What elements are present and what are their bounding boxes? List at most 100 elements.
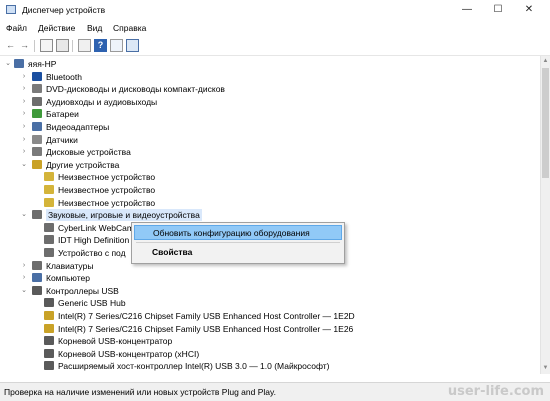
device-icon: [44, 348, 54, 358]
device-icon: [44, 336, 54, 346]
context-menu-separator: [136, 242, 340, 243]
device-icon: [32, 134, 42, 144]
tree-row-label: Generic USB Hub: [58, 298, 126, 309]
tree-row-label: Аудиовходы и аудиовыходы: [46, 96, 158, 107]
scroll-down-icon[interactable]: ▼: [541, 363, 550, 373]
scroll-up-icon[interactable]: ▲: [541, 56, 550, 66]
device-tree[interactable]: ⌄ яяя-HP › Bluetooth › DVD-дисководы и диск…: [0, 56, 540, 374]
tree-row-label: Батареи: [46, 109, 79, 120]
tree-row[interactable]: Составное USB устройство: [0, 373, 530, 374]
vertical-scrollbar[interactable]: ▲ ▼: [540, 56, 550, 374]
expand-arrow-icon[interactable]: ›: [20, 96, 28, 108]
tree-row-label: Неизвестное устройство: [58, 185, 156, 195]
tree-row[interactable]: › DVD-дисководы и дисководы компакт-диско…: [0, 83, 530, 95]
tree-row[interactable]: › Bluetooth: [0, 71, 530, 83]
device-manager-icon: [6, 5, 16, 14]
watermark: user-life.com: [447, 384, 544, 399]
tree-row[interactable]: Intel(R) 7 Series/C216 Chipset Family US…: [0, 310, 530, 322]
context-item-label: Свойства: [152, 247, 193, 257]
device-icon: [32, 84, 42, 94]
device-icon: [32, 210, 42, 220]
status-text: Проверка на наличие изменений или новых …: [4, 387, 276, 397]
tree-row[interactable]: Корневой USB-концентратор: [0, 335, 530, 347]
device-icon: [44, 222, 54, 232]
toolbar: ← → ?: [0, 37, 550, 56]
expand-arrow-icon[interactable]: ›: [20, 121, 28, 133]
collapse-arrow-icon[interactable]: ⌄: [20, 159, 28, 171]
context-menu: Обновить конфигурацию оборудования Свойс…: [131, 222, 345, 264]
toolbar-separator: [72, 40, 73, 52]
menu-file[interactable]: Файл: [6, 23, 27, 33]
device-icon: [44, 185, 54, 194]
device-icon: [32, 273, 42, 283]
tree-row[interactable]: Неизвестное устройство: [0, 184, 530, 196]
maximize-button[interactable]: ☐: [487, 2, 509, 18]
minimize-button[interactable]: —: [456, 2, 478, 18]
expand-arrow-icon[interactable]: ›: [20, 134, 28, 146]
tree-row-label: Другие устройства: [46, 159, 120, 170]
context-item-properties[interactable]: Свойства: [134, 245, 342, 260]
expand-arrow-icon[interactable]: ›: [20, 83, 28, 95]
tree-row-label: DVD-дисководы и дисководы компакт-дисков: [46, 84, 225, 95]
tree-row[interactable]: ⌄ Контроллеры USB: [0, 285, 530, 297]
tree-row[interactable]: Расширяемый хост-контроллер Intel(R) USB…: [0, 360, 530, 372]
tree-row[interactable]: Intel(R) 7 Series/C216 Chipset Family US…: [0, 323, 530, 335]
expand-arrow-icon[interactable]: ›: [20, 260, 28, 272]
tree-row-label: Дисковые устройства: [46, 147, 131, 158]
tree-row-label: CyberLink WebCam: [58, 222, 134, 233]
tree-row[interactable]: Корневой USB-концентратор (xHCI): [0, 348, 530, 360]
tree-row-label: Контроллеры USB: [46, 285, 119, 296]
device-icon: [32, 122, 42, 131]
help-icon[interactable]: ?: [94, 39, 107, 52]
collapse-arrow-icon[interactable]: ⌄: [20, 209, 28, 221]
tree-row[interactable]: ⌄ Звуковые, игровые и видеоустройства: [0, 209, 530, 222]
tree-row-label: Bluetooth: [46, 71, 82, 82]
tree-row-label: Неизвестное устройство: [58, 197, 156, 208]
tree-row[interactable]: › Аудиовходы и аудиовыходы: [0, 96, 530, 108]
device-icon: [32, 285, 42, 295]
expand-arrow-icon[interactable]: ›: [20, 108, 28, 120]
tree-row-label: Устройство с под: [58, 248, 126, 258]
menu-help[interactable]: Справка: [113, 23, 146, 33]
device-icon: [44, 361, 54, 371]
tree-root-label: яяя-HP: [28, 59, 57, 69]
tree-row-label: Датчики: [46, 134, 78, 145]
tree-row[interactable]: › Дисковые устройства: [0, 146, 530, 158]
collapse-arrow-icon[interactable]: ⌄: [4, 58, 12, 70]
device-icon: [44, 172, 54, 182]
expand-arrow-icon[interactable]: ›: [20, 272, 28, 284]
properties-icon[interactable]: [78, 39, 91, 52]
menu-action[interactable]: Действие: [38, 23, 75, 33]
tree-row[interactable]: ⌄ Другие устройства: [0, 159, 530, 171]
device-icon: [44, 197, 54, 207]
device-icon: [32, 96, 42, 106]
expand-arrow-icon[interactable]: ›: [20, 146, 28, 158]
device-icon: [32, 109, 42, 119]
tree-view-icon[interactable]: [56, 39, 69, 52]
tree-row-label: Intel(R) 7 Series/C216 Chipset Family US…: [58, 311, 355, 321]
toolbar-separator: [34, 40, 35, 52]
context-item-update-hardware[interactable]: Обновить конфигурацию оборудования: [134, 225, 342, 240]
tree-row-label: IDT High Definition: [58, 235, 130, 246]
update-driver-icon[interactable]: [110, 39, 123, 52]
tree-row[interactable]: Generic USB Hub: [0, 297, 530, 309]
tree-root[interactable]: ⌄ яяя-HP: [0, 58, 530, 70]
close-button[interactable]: ✕: [518, 2, 540, 18]
tree-row[interactable]: Неизвестное устройство: [0, 171, 530, 183]
tree-row[interactable]: › Батареи: [0, 108, 530, 120]
scroll-thumb[interactable]: [542, 68, 549, 178]
menu-view[interactable]: Вид: [87, 23, 102, 33]
device-view-icon[interactable]: [40, 39, 53, 52]
device-icon: [44, 311, 54, 320]
tree-row[interactable]: › Датчики: [0, 134, 530, 146]
tree-row-label: Расширяемый хост-контроллер Intel(R) USB…: [58, 361, 330, 372]
forward-icon[interactable]: →: [18, 39, 31, 52]
tree-row[interactable]: Неизвестное устройство: [0, 197, 530, 209]
tree-row[interactable]: › Видеоадаптеры: [0, 121, 530, 133]
expand-arrow-icon[interactable]: ›: [20, 71, 28, 83]
collapse-arrow-icon[interactable]: ⌄: [20, 285, 28, 297]
back-icon[interactable]: ←: [4, 39, 17, 52]
scan-hardware-icon[interactable]: [126, 39, 139, 52]
tree-row[interactable]: › Компьютер: [0, 272, 530, 284]
status-bar: Проверка на наличие изменений или новых …: [0, 382, 550, 401]
